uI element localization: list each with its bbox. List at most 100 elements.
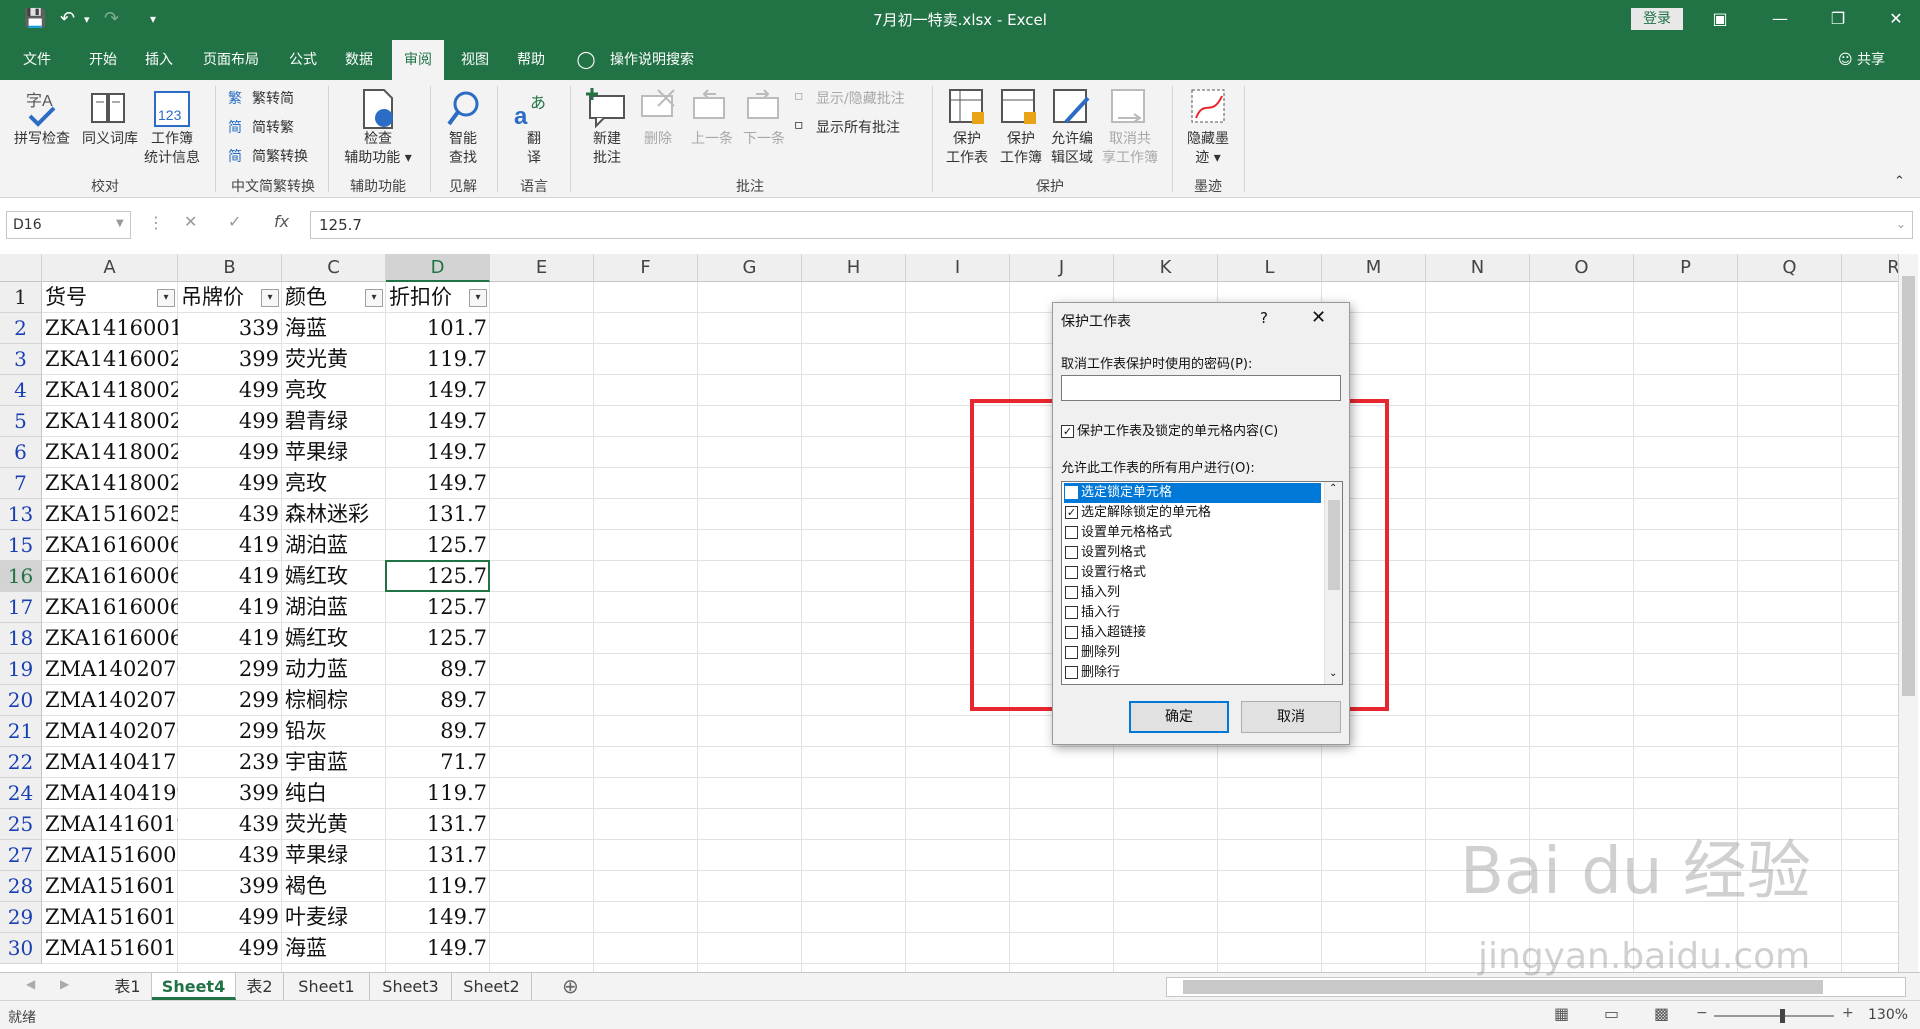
expand-formula-icon[interactable]: ⌄ [1896,217,1906,231]
column-header[interactable]: A [42,254,178,282]
table-cell[interactable]: ZMA1516007 [42,840,178,871]
sheet-tab[interactable]: 表1 [104,973,152,1000]
previous-comment-button[interactable]: 上一条 [686,130,738,149]
table-cell[interactable]: ZKA1516025 [42,499,178,530]
checkbox-icon[interactable]: ✓ [1065,506,1078,519]
table-cell[interactable]: 399 [178,778,282,809]
table-cell[interactable]: 湖泊蓝 [282,592,386,623]
checkbox-icon[interactable] [1065,526,1078,539]
table-cell[interactable]: 亮玫 [282,375,386,406]
table-cell[interactable]: ZMA1416019 [42,809,178,840]
row-header[interactable]: 7 [0,468,42,499]
horizontal-scroll-thumb[interactable] [1183,980,1823,994]
insert-function-icon[interactable]: fx [274,212,289,231]
table-cell[interactable]: 苹果绿 [282,840,386,871]
table-cell[interactable]: 499 [178,406,282,437]
column-header[interactable]: I [906,254,1010,282]
restore-icon[interactable]: ❐ [1818,6,1858,32]
sheet-tab-active[interactable]: Sheet4 [152,973,236,1000]
scroll-sheets-left-icon[interactable]: ◀ [26,977,35,991]
select-all-corner[interactable] [0,254,42,282]
table-cell[interactable]: 嫣红玫 [282,561,386,592]
row-header[interactable]: 21 [0,716,42,747]
row-header[interactable]: 15 [0,530,42,561]
table-cell[interactable]: ZMA1516013 [42,933,178,964]
table-cell[interactable]: 419 [178,592,282,623]
filter-dropdown-icon[interactable]: ▾ [469,289,487,307]
row-header[interactable]: 2 [0,313,42,344]
column-header[interactable]: E [490,254,594,282]
permission-option[interactable]: 设置列格式 [1064,543,1321,563]
share-button[interactable]: ☺ 共享 [1838,40,1885,80]
unshare-workbook-button[interactable]: 取消共 享工作簿 [1098,130,1162,168]
filter-dropdown-icon[interactable]: ▾ [157,289,175,307]
permission-option[interactable]: 插入行 [1064,603,1321,623]
table-cell[interactable]: 89.7 [386,654,490,685]
table-cell[interactable]: 149.7 [386,902,490,933]
checkbox-icon[interactable]: ✓ [1065,486,1078,499]
tab-insert[interactable]: 插入 [136,40,182,80]
table-cell[interactable]: 碧青绿 [282,406,386,437]
column-header[interactable]: J [1010,254,1114,282]
column-header[interactable]: G [698,254,802,282]
table-cell[interactable]: 海蓝 [282,313,386,344]
list-scrollbar[interactable]: ⌃ ⌄ [1324,482,1342,684]
table-cell[interactable]: 125.7 [386,530,490,561]
zoom-out-icon[interactable]: − [1696,1005,1708,1021]
zoom-slider[interactable] [1714,1009,1834,1023]
vertical-scroll-thumb[interactable] [1902,276,1915,696]
translate-button[interactable]: 翻 译 [506,130,562,168]
table-cell[interactable]: 苹果绿 [282,437,386,468]
table-cell[interactable]: ZMA1402076 [42,685,178,716]
column-header[interactable]: P [1634,254,1738,282]
sheet-tab[interactable]: Sheet1 [284,973,370,1000]
table-cell[interactable]: 森林迷彩 [282,499,386,530]
column-header[interactable]: F [594,254,698,282]
table-cell[interactable]: ZKA1418002 [42,437,178,468]
table-cell[interactable]: ZMA1402076 [42,716,178,747]
trad-to-simp-button[interactable]: 繁转简 [252,88,294,108]
show-hide-comment-button[interactable]: 显示/隐藏批注 [816,88,905,108]
show-all-comments-button[interactable]: 显示所有批注 [816,117,900,137]
permission-option[interactable]: 设置单元格格式 [1064,523,1321,543]
row-header[interactable]: 19 [0,654,42,685]
column-header[interactable]: L [1218,254,1322,282]
row-header[interactable]: 5 [0,406,42,437]
table-cell[interactable]: ZKA1616006 [42,561,178,592]
tab-view[interactable]: 视图 [452,40,498,80]
tab-page-layout[interactable]: 页面布局 [192,40,270,80]
table-cell[interactable]: 299 [178,685,282,716]
table-cell[interactable]: 239 [178,747,282,778]
cancel-icon[interactable]: ✕ [184,212,197,231]
table-cell[interactable]: ZKA1418002 [42,375,178,406]
table-cell[interactable]: ZKA1616006 [42,592,178,623]
table-cell[interactable]: 149.7 [386,933,490,964]
table-cell[interactable]: 亮玫 [282,468,386,499]
row-header[interactable]: 22 [0,747,42,778]
table-cell[interactable]: ZKA1418002 [42,406,178,437]
row-header[interactable]: 24 [0,778,42,809]
permission-option[interactable]: 插入列 [1064,583,1321,603]
table-cell[interactable]: 125.7 [386,623,490,654]
table-cell[interactable]: ZKA1616006 [42,623,178,654]
table-cell[interactable]: ZMA1516011 [42,871,178,902]
scroll-sheets-right-icon[interactable]: ▶ [60,977,69,991]
scroll-down-icon[interactable]: ⌄ [1329,668,1337,679]
table-cell[interactable]: 499 [178,437,282,468]
table-cell[interactable]: 419 [178,561,282,592]
table-cell[interactable]: 89.7 [386,685,490,716]
table-cell[interactable]: ZKA1418002 [42,468,178,499]
scroll-up-icon[interactable]: ⌃ [1329,483,1337,494]
table-cell[interactable]: 299 [178,716,282,747]
table-cell[interactable]: 71.7 [386,747,490,778]
table-cell[interactable]: 419 [178,530,282,561]
table-cell[interactable]: ZMA1404199 [42,778,178,809]
protect-sheet-button[interactable]: 保护 工作表 [940,130,994,168]
zoom-level[interactable]: 130% [1868,1007,1908,1023]
table-cell[interactable]: 89.7 [386,716,490,747]
table-cell[interactable]: 499 [178,468,282,499]
table-cell[interactable]: 宇宙蓝 [282,747,386,778]
row-header[interactable]: 3 [0,344,42,375]
page-layout-view-icon[interactable]: ▭ [1604,1004,1619,1023]
row-header[interactable]: 27 [0,840,42,871]
